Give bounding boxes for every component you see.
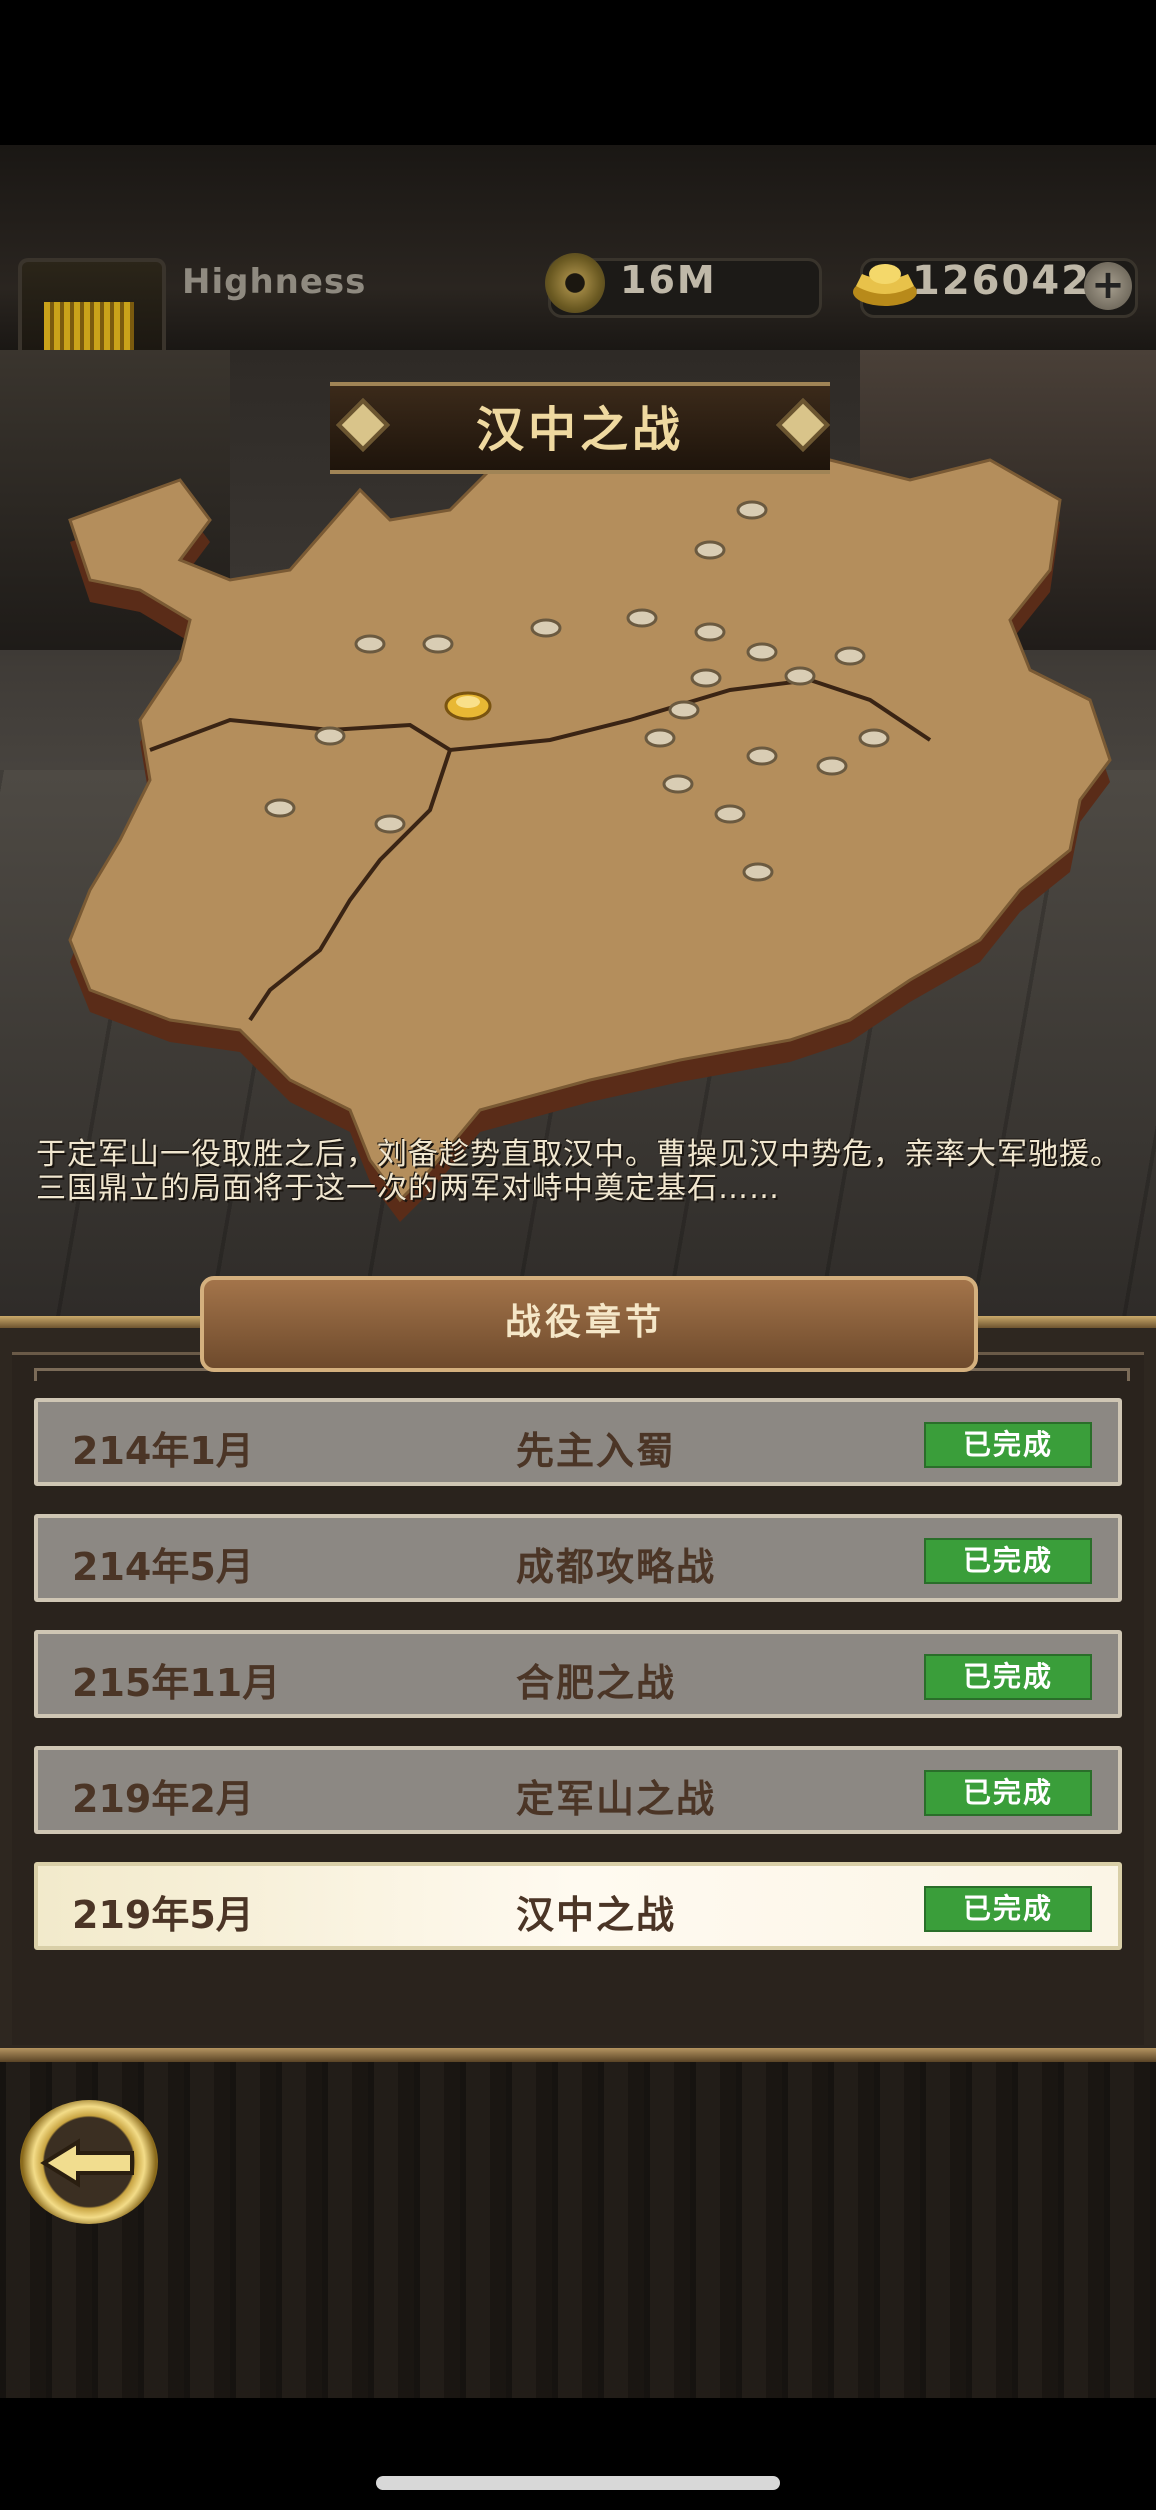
chapter-date: 219年5月 [72,1893,254,1937]
chapter-name: 合肥之战 [516,1661,677,1705]
panel-rail-bottom [0,2048,1156,2062]
battle-description: 于定军山一役取胜之后，刘备趁势直取汉中。曹操见汉中势危，亲率大军驰援。三国鼎立的… [36,1137,1121,1206]
status-badge: 已完成 [924,1886,1092,1932]
city-marker-icon [694,540,726,560]
gold-ingot-icon [853,264,917,306]
city-marker-icon [736,500,768,520]
city-marker-icon [858,728,890,748]
home-indicator[interactable] [376,2476,780,2490]
chapter-name: 先主入蜀 [516,1429,677,1473]
status-badge: 已完成 [924,1422,1092,1468]
city-marker-icon [626,608,658,628]
city-marker-icon [784,666,816,686]
back-arrow-icon [40,2138,134,2188]
chapter-date: 215年11月 [72,1661,281,1705]
city-marker-icon [714,804,746,824]
city-marker-icon [422,634,454,654]
city-marker-icon [742,862,774,882]
chapter-row[interactable]: 215年11月 合肥之战 已完成 [34,1630,1122,1718]
city-marker-icon [264,798,296,818]
city-marker-icon [690,668,722,688]
city-marker-icon [662,774,694,794]
status-badge: 已完成 [924,1654,1092,1700]
resource-bar [0,145,1156,350]
city-marker-icon [816,756,848,776]
city-marker-icon [530,618,562,638]
coin-value: 16M [620,258,717,302]
ingot-value: 126042 [912,258,1091,304]
city-marker-icon [746,746,778,766]
battle-title: 汉中之战 [475,402,684,458]
city-marker-icon [354,634,386,654]
campaign-map [68,448,1112,1222]
chapter-row[interactable]: 219年2月 定军山之战 已完成 [34,1746,1122,1834]
city-marker-icon [668,700,700,720]
city-marker-icon [314,726,346,746]
chapter-date: 214年1月 [72,1429,254,1473]
system-navigation-bar [0,2398,1156,2510]
chapter-section-title: 战役章节 [504,1302,665,1343]
chapter-row-selected[interactable]: 219年5月 汉中之战 已完成 [34,1862,1122,1950]
chapter-row[interactable]: 214年5月 成都攻略战 已完成 [34,1514,1122,1602]
status-badge: 已完成 [924,1538,1092,1584]
player-avatar[interactable] [18,258,166,362]
chapter-name: 成都攻略战 [516,1545,717,1589]
chapter-name: 汉中之战 [516,1893,677,1937]
city-marker-icon [746,642,778,662]
coin-icon [545,253,605,313]
city-marker-icon [694,622,726,642]
add-ingot-button[interactable]: + [1084,262,1132,310]
chapter-date: 219年2月 [72,1777,254,1821]
current-city-marker-icon [444,691,492,721]
player-name: Highness [182,262,367,302]
chapter-row[interactable]: 214年1月 先主入蜀 已完成 [34,1398,1122,1486]
city-marker-icon [644,728,676,748]
city-marker-icon [374,814,406,834]
status-badge: 已完成 [924,1770,1092,1816]
system-status-bar [0,0,1156,145]
chapter-date: 214年5月 [72,1545,254,1589]
bottom-wood-floor [0,2062,1156,2398]
city-marker-icon [834,646,866,666]
chapter-name: 定军山之战 [516,1777,717,1821]
